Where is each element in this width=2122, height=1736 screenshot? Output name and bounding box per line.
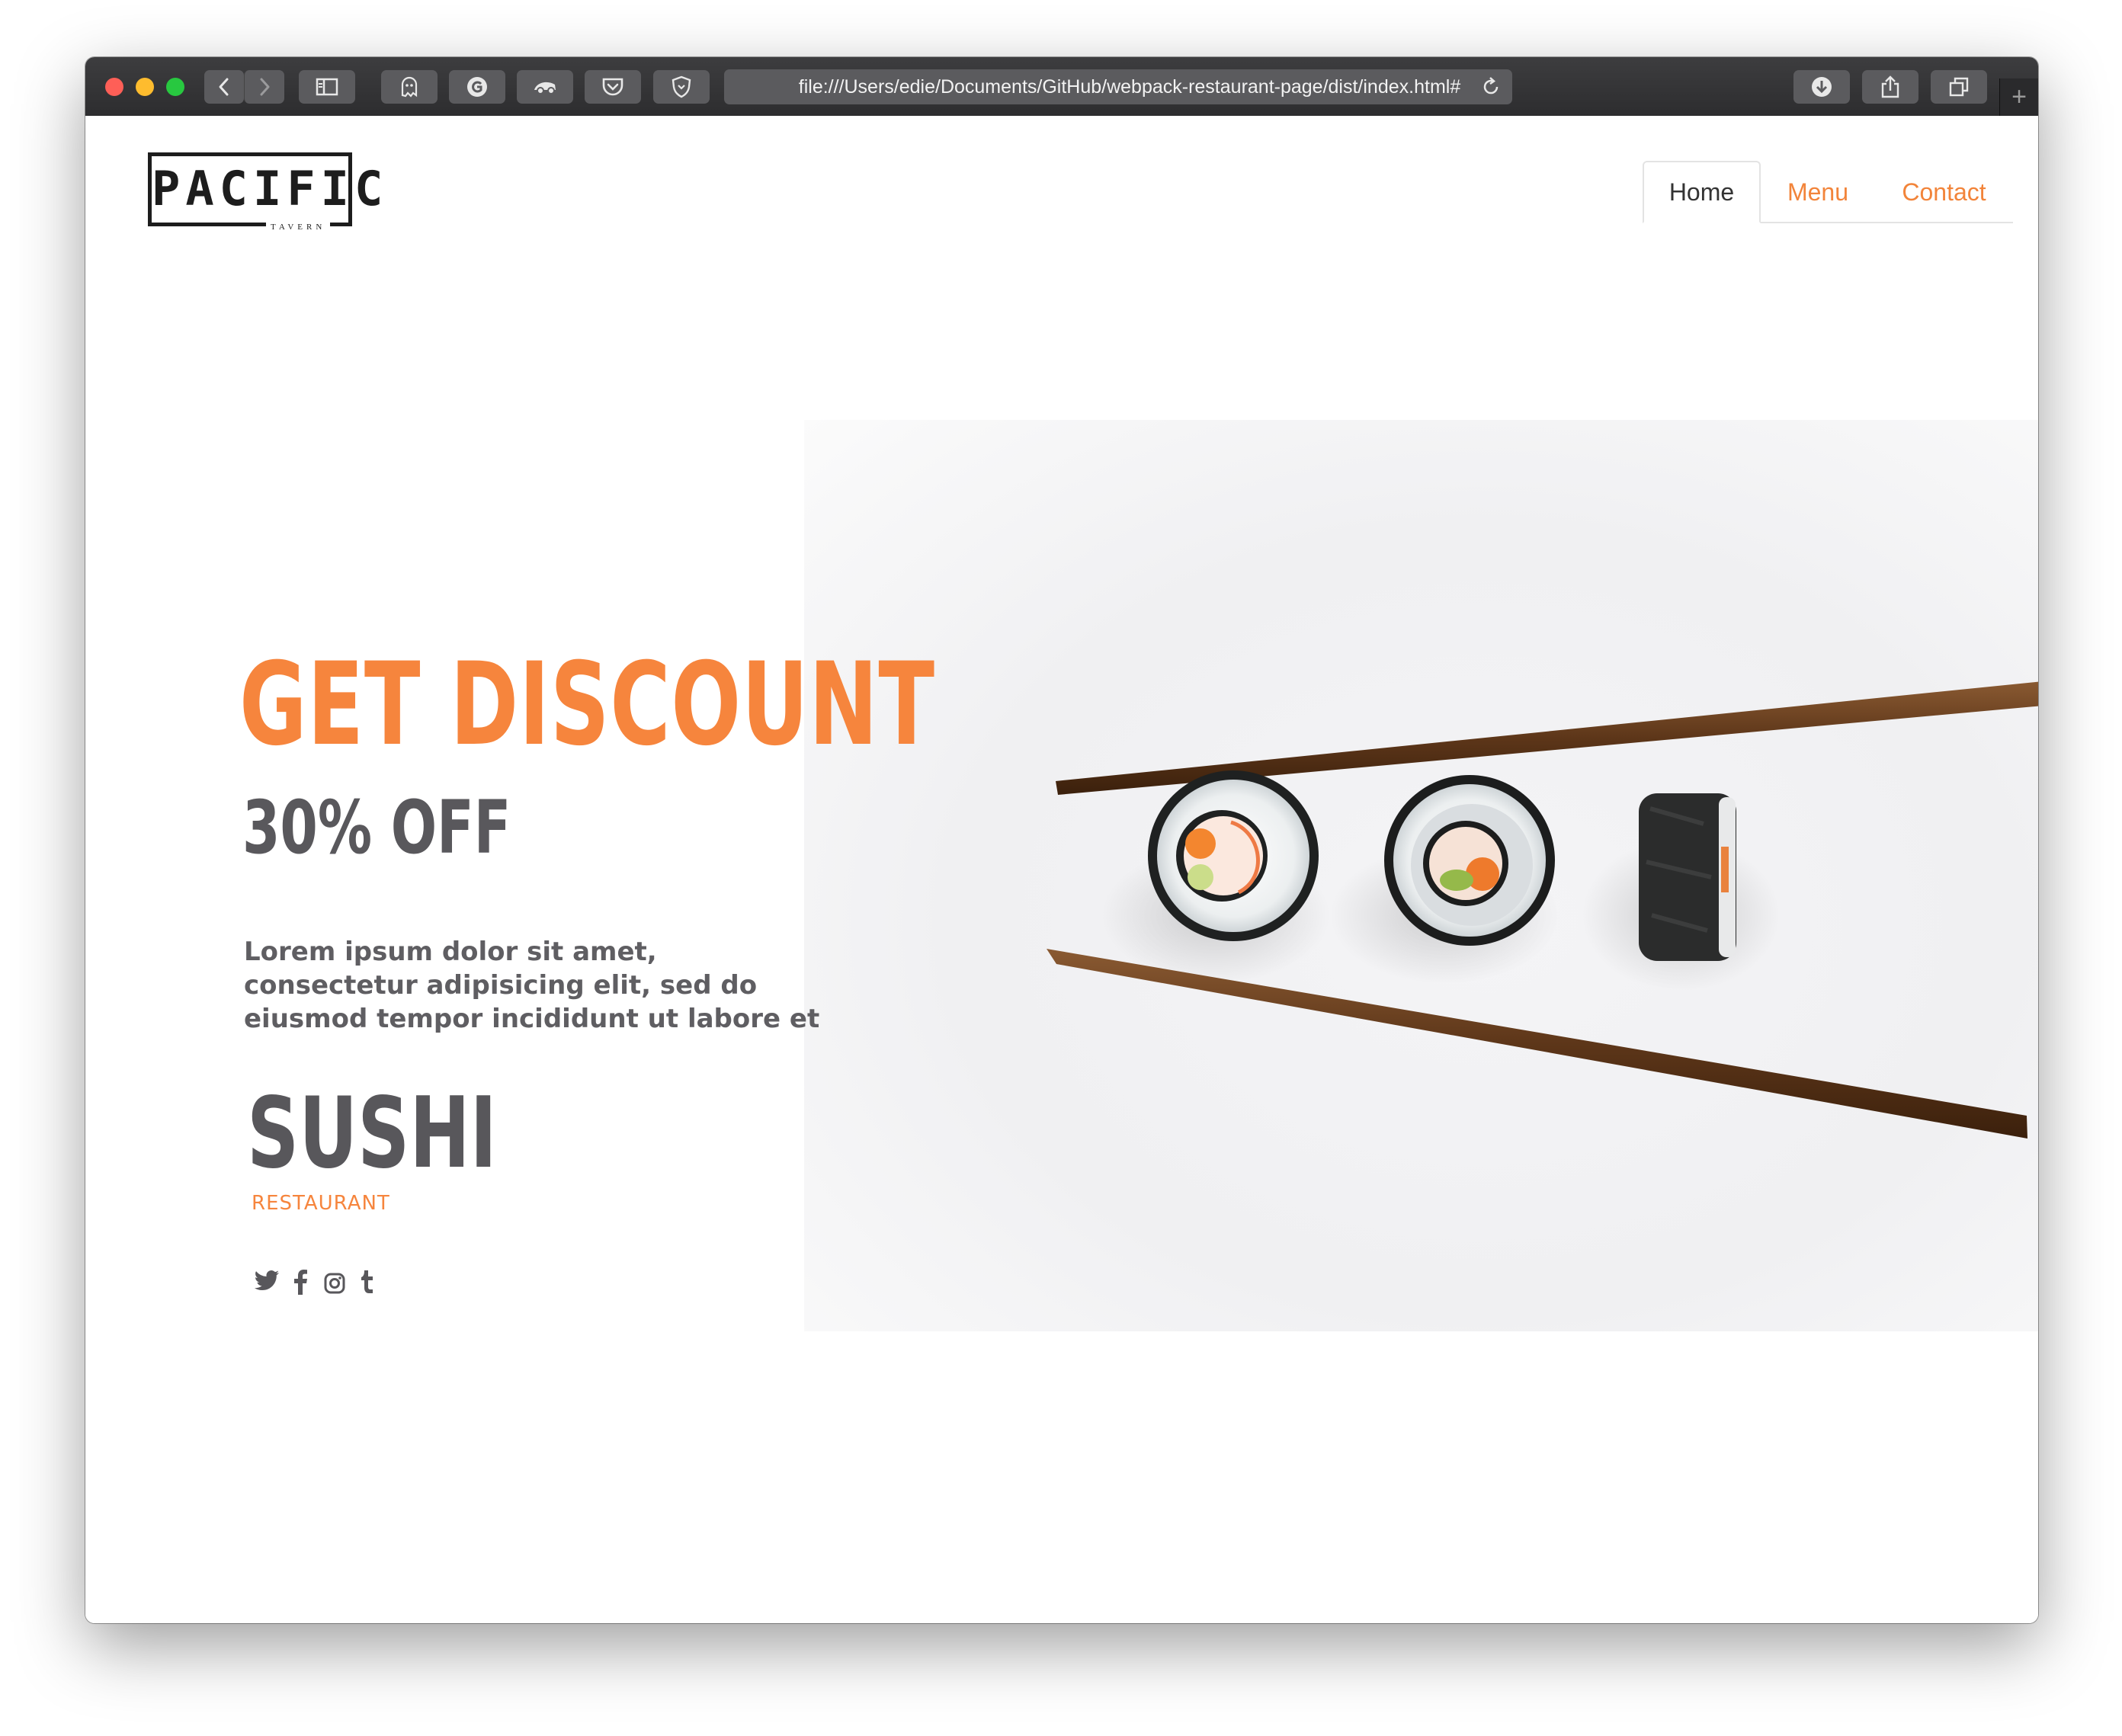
- zoom-window-button[interactable]: [166, 78, 184, 96]
- browser-toolbar: file:///Users/edie/Documents/GitHub/webp…: [85, 57, 2038, 117]
- sidebar-icon: [316, 78, 338, 96]
- new-tab-button[interactable]: +: [1999, 78, 2038, 116]
- address-bar[interactable]: file:///Users/edie/Documents/GitHub/webp…: [724, 69, 1512, 104]
- logo[interactable]: PACIFIC TAVERN: [148, 152, 389, 232]
- sushi-roll-1: [1148, 770, 1319, 941]
- privacy-extension-button[interactable]: [653, 70, 710, 104]
- twitter-icon: [254, 1270, 279, 1291]
- browser-window: file:///Users/edie/Documents/GitHub/webp…: [85, 57, 2038, 1623]
- pocket-button[interactable]: [585, 70, 641, 104]
- tumblr-link[interactable]: [358, 1269, 375, 1299]
- logo-text: PACIFIC: [152, 161, 389, 216]
- nav-tab-menu[interactable]: Menu: [1761, 161, 1875, 223]
- instagram-link[interactable]: [323, 1272, 346, 1299]
- logo-subtext: TAVERN: [266, 223, 331, 232]
- hero-image: [804, 420, 2038, 1331]
- sushi-roll-2: [1384, 775, 1555, 946]
- shield-icon: [672, 75, 691, 98]
- hero-description: Lorem ipsum dolor sit amet, consectetur …: [244, 937, 820, 1034]
- nav-tab-contact[interactable]: Contact: [1875, 161, 2013, 223]
- hero-title: SUSHI: [247, 1077, 497, 1190]
- twitter-link[interactable]: [253, 1269, 280, 1297]
- sushi-roll-3: [1639, 793, 1736, 961]
- extension-button[interactable]: [517, 70, 573, 104]
- downloads-button[interactable]: [1793, 70, 1850, 104]
- download-icon: [1812, 77, 1832, 97]
- back-button[interactable]: [204, 70, 244, 104]
- instagram-icon: [324, 1273, 345, 1294]
- forward-button[interactable]: [244, 70, 284, 104]
- ghostery-extension-button[interactable]: [381, 70, 438, 104]
- hero-subtitle: RESTAURANT: [252, 1192, 390, 1215]
- pocket-icon: [602, 78, 623, 96]
- page-content: PACIFIC TAVERN Home Menu Contact GET DIS…: [85, 116, 2038, 1623]
- back-icon: [219, 78, 229, 96]
- share-button[interactable]: [1862, 70, 1918, 104]
- sushi-chopsticks-photo: [1047, 681, 2038, 1139]
- tabs-icon: [1949, 77, 1969, 97]
- chopstick-bottom: [1047, 949, 2027, 1139]
- address-url: file:///Users/edie/Documents/GitHub/webp…: [798, 75, 1461, 98]
- main-nav: Home Menu Contact: [1643, 161, 2013, 223]
- minimize-window-button[interactable]: [136, 78, 154, 96]
- share-icon: [1881, 75, 1899, 98]
- sidebar-button[interactable]: [299, 70, 355, 104]
- grammarly-extension-button[interactable]: [449, 70, 505, 104]
- hero-offer: 30% OFF: [242, 785, 511, 870]
- reload-icon: [1483, 77, 1499, 94]
- tab-overview-button[interactable]: [1931, 70, 1987, 104]
- ghostery-icon: [401, 76, 418, 98]
- facebook-link[interactable]: [293, 1269, 308, 1299]
- facebook-icon: [294, 1270, 307, 1295]
- new-tab-icon: +: [2011, 82, 2027, 111]
- hero-headline: GET DISCOUNT: [239, 639, 935, 771]
- extension-icon: [534, 82, 556, 94]
- tumblr-icon: [361, 1270, 373, 1293]
- grammarly-icon: [467, 77, 487, 97]
- nav-tab-home[interactable]: Home: [1643, 161, 1761, 223]
- forward-icon: [260, 78, 270, 96]
- reload-button[interactable]: [1480, 76, 1502, 103]
- close-window-button[interactable]: [105, 78, 123, 96]
